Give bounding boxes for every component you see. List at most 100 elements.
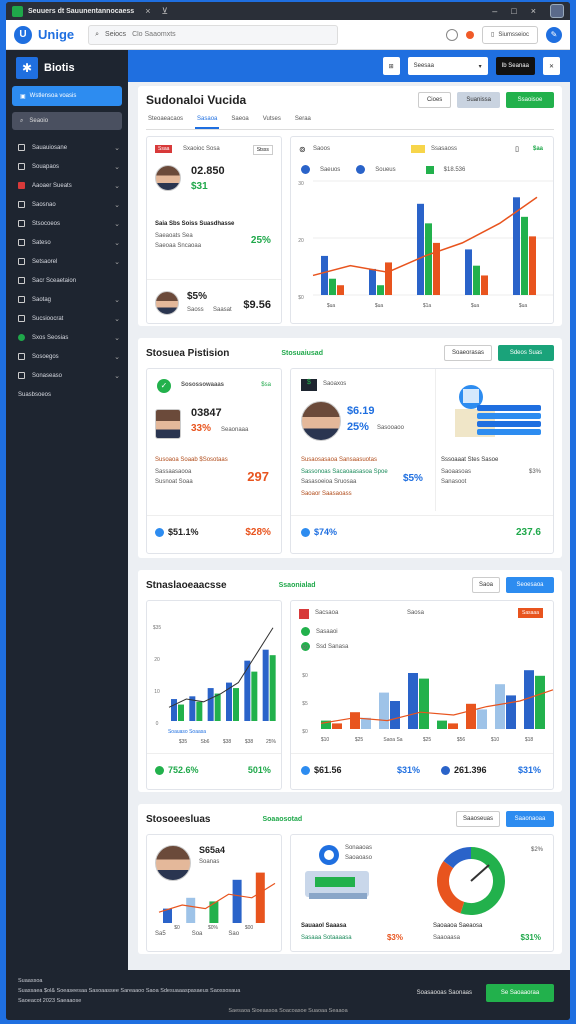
profile-avatar[interactable] (550, 4, 564, 18)
tab-4[interactable]: Seraa (293, 116, 313, 129)
toolbar-icon-button[interactable]: ⊞ (382, 57, 400, 75)
section-3: Stnaslaoeaacsse Ssaonialad Saoa Seoesaoa… (138, 570, 562, 792)
grey-button[interactable]: Suanissa (457, 92, 500, 108)
check-circle-icon (155, 765, 164, 775)
toolbar-select[interactable]: Seesaa ▾ (407, 57, 488, 75)
trash-icon[interactable]: ▯ (515, 145, 519, 153)
sidebar-search-label: Seaoio (29, 118, 49, 124)
sidebar-item-5[interactable]: Sateso ⌄ (6, 233, 128, 252)
chart-tag: $aa (532, 146, 543, 152)
section-3-button-1[interactable]: Saoa (472, 577, 500, 593)
x-tick: $38 (223, 739, 232, 745)
bar (494, 684, 505, 729)
comparison-foot-a-value: $61.56 (313, 765, 342, 775)
section-2-tag: Stosuaiusad (281, 349, 323, 357)
stat-a-val: 297 (247, 469, 269, 484)
sidebar-item-2[interactable]: Aaoaer Sueats ⌄ (6, 176, 128, 195)
sidebar-item-6[interactable]: Setsaorel ⌄ (6, 252, 128, 271)
section-4-button-1[interactable]: Saaoseuas (456, 811, 500, 827)
bar (384, 262, 392, 295)
notification-icon[interactable] (466, 30, 474, 39)
maximize-icon[interactable]: □ (511, 6, 516, 16)
bar (336, 285, 344, 295)
card-chip[interactable]: Stsss (252, 145, 273, 155)
sidebar-item-9[interactable]: Sucsioocrat ⌄ (6, 309, 128, 328)
sidebar-brand-name: Biotis (44, 62, 75, 74)
sidebar-item-0[interactable]: Sauauiosane ⌄ (6, 138, 128, 157)
primary-green-button[interactable]: Ssaoisoe (506, 92, 554, 108)
bar (378, 692, 389, 729)
sidebar-item-11[interactable]: Sosoegos ⌄ (6, 347, 128, 366)
comparison-foot-c: 261.396 (440, 765, 486, 775)
tab-1[interactable]: Sasaoa (195, 116, 220, 129)
chart-label: Soauaso Soaasa (168, 729, 206, 735)
bar (196, 701, 203, 721)
toolbar-close-button[interactable]: ✕ (542, 57, 560, 75)
minimize-icon[interactable]: – (492, 6, 497, 16)
list-icon (18, 239, 25, 246)
sidebar-item-13[interactable]: Suasbsoeos (6, 385, 128, 404)
footer-link[interactable]: Soasaooas Saonaas (417, 990, 472, 996)
section-2-button-1[interactable]: Soaeorasas (444, 345, 492, 361)
tab-2[interactable]: Saeoa (229, 116, 250, 129)
sidebar-item-10[interactable]: Sxos Seosias ⌄ (6, 328, 128, 347)
user-label: Siumsseioc (498, 31, 529, 38)
summary-head: Sonaaoas (344, 845, 372, 851)
section-2-button-2[interactable]: Sdeos Suas (498, 345, 554, 361)
settings-icon[interactable] (446, 28, 458, 41)
card-line-2: Saeaoats Sea (155, 233, 193, 239)
search-box[interactable]: ⌕ Seiocs (88, 24, 339, 45)
stat-c-line-1: Sssoaaat Stes Sasoe (440, 457, 499, 463)
section-4-title: Stosoeesluas (146, 813, 211, 825)
sidebar-item-4[interactable]: Stsocoeos ⌄ (6, 214, 128, 233)
legend-2: $18.536 (443, 166, 466, 173)
chart-legend: Saeuos Soueus $18.536 (300, 165, 466, 174)
section-2-title: Stosuea Pistision (146, 347, 230, 359)
comparison-foot-d: $31% (517, 765, 541, 775)
search-icon: ⌕ (95, 30, 100, 38)
sidebar-item-7[interactable]: Sacr Sceaetaion (6, 271, 128, 290)
search-input[interactable] (132, 31, 283, 38)
window-close-icon[interactable]: × (531, 6, 536, 16)
account-button[interactable]: ✎ (546, 26, 562, 43)
sidebar-brand[interactable]: ✱ Biotis (6, 50, 128, 86)
footer-button[interactable]: Se Saoaaoraa (486, 984, 554, 1002)
sidebar-item-3[interactable]: Saosnao ⌄ (6, 195, 128, 214)
person-foot: Sa5 Soa Sao (155, 931, 239, 937)
toolbar-dark-button[interactable]: Ib Seanaa (495, 57, 535, 75)
sidebar-item-8[interactable]: Saotag ⌄ (6, 290, 128, 309)
footer-bottom: Saesaoa Sioeaasoa Soacoasoe Suaoaa Seaao… (228, 1008, 348, 1014)
stat-c-val: $3% (528, 469, 541, 475)
donut-chart (436, 847, 505, 915)
section-4-button-2[interactable]: Saaonaoaa (506, 811, 554, 827)
x-tick: $25 (423, 737, 432, 743)
bar (447, 723, 458, 729)
tab-close-icon[interactable]: × (145, 6, 150, 16)
sidebar-item-label: Sxos Seosias (32, 334, 69, 341)
card-pct: 25% (250, 235, 271, 246)
sidebar-item-12[interactable]: Sonaseaso ⌄ (6, 366, 128, 385)
user-menu[interactable]: ▯ Siumsseioc (482, 25, 538, 44)
tab-pin-icon[interactable]: ⊻ (161, 6, 168, 17)
sidebar-item-label: Stsocoeos (32, 220, 61, 227)
profile-card: Ssaa Sxaoioc Sosa Stsss 02.850 $31 Saia … (146, 136, 282, 324)
server-illustration (304, 845, 369, 899)
sidebar-item-1[interactable]: Souapaos ⌄ (6, 157, 128, 176)
sidebar-active-item[interactable]: ▣ Wstlensoa voasis (12, 86, 122, 106)
chart-head: Saoos (312, 146, 330, 152)
bottom-big: $5% (187, 291, 208, 302)
avatar-small (155, 291, 179, 315)
summary-sub: Saoaoaso (344, 855, 372, 861)
x-tick: $35 (179, 739, 188, 745)
app-icon: $ (300, 379, 317, 391)
tab-3[interactable]: Vutses (261, 116, 283, 129)
tab-0[interactable]: Steoaeacaos (146, 116, 185, 129)
app-logo-text[interactable]: Unige (38, 27, 74, 42)
ghost-button[interactable]: Cioes (417, 92, 452, 108)
sidebar-search[interactable]: ⌕ Seaoio (12, 112, 122, 130)
section-3-button-2[interactable]: Seoesaoa (506, 577, 554, 593)
x-tick: $00 (245, 925, 254, 929)
bar (255, 872, 265, 923)
sidebar-item-label: Sonaseaso (32, 372, 63, 379)
browser-tab-title[interactable]: Seuuers dt Sauunentannocaess (28, 8, 134, 15)
